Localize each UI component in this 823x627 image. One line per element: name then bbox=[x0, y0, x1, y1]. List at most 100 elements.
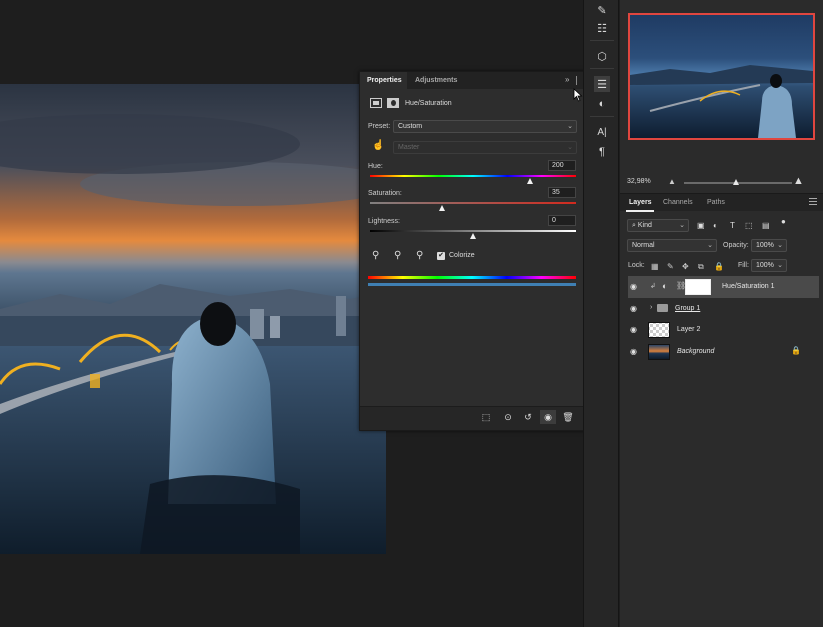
lock-position-icon[interactable]: ✥ bbox=[682, 262, 689, 271]
clip-to-layer-icon[interactable]: ⬚ bbox=[478, 410, 494, 424]
eye-icon[interactable]: ◉ bbox=[630, 325, 637, 334]
tab-paths[interactable]: Paths bbox=[707, 199, 725, 206]
hue-label: Hue: bbox=[368, 163, 383, 170]
layer-name[interactable]: Background bbox=[677, 348, 714, 355]
saturation-slider-thumb[interactable] bbox=[438, 205, 445, 211]
tab-adjustments[interactable]: Adjustments bbox=[415, 77, 457, 84]
eye-icon[interactable]: ◉ bbox=[630, 282, 637, 291]
eye-icon[interactable]: ◉ bbox=[630, 304, 637, 313]
navigator-zoom-row: 32,98% ▲ ▲ bbox=[620, 175, 823, 190]
preset-dropdown[interactable]: Custom ⌄ bbox=[393, 120, 577, 133]
folder-icon bbox=[657, 304, 668, 312]
type-filter-icon[interactable]: T bbox=[730, 221, 735, 230]
lock-image-icon[interactable]: ✎ bbox=[667, 262, 674, 271]
properties-panel: Properties Adjustments » Hue/Saturation … bbox=[359, 71, 595, 431]
fill-dropdown[interactable]: 100% ⌄ bbox=[751, 259, 787, 272]
hue-slider-thumb[interactable] bbox=[526, 178, 533, 184]
navigator-preview[interactable] bbox=[628, 13, 815, 140]
eyedropper-plus-icon[interactable]: ⚲ bbox=[394, 250, 401, 261]
tab-channels[interactable]: Channels bbox=[663, 199, 693, 206]
chevron-down-icon: ⌄ bbox=[567, 123, 573, 130]
right-dock: 32,98% ▲ ▲ Layers Channels Paths ⌕ Kind … bbox=[620, 0, 823, 627]
zoom-slider-thumb[interactable] bbox=[732, 179, 739, 185]
view-previous-state-icon[interactable]: ⊙ bbox=[500, 410, 516, 424]
trash-icon[interactable]: 🗑 bbox=[560, 410, 576, 424]
colorize-checkbox[interactable]: ✔ bbox=[437, 252, 445, 260]
lightness-value-input[interactable]: 0 bbox=[548, 215, 576, 226]
preset-value: Custom bbox=[398, 123, 423, 130]
blend-mode-dropdown[interactable]: Normal ⌄ bbox=[627, 239, 717, 252]
shape-filter-icon[interactable]: ⬚ bbox=[745, 221, 753, 230]
layer-filter-dropdown[interactable]: ⌕ Kind ⌄ bbox=[627, 219, 689, 232]
layers-tabbar: Layers Channels Paths bbox=[620, 193, 823, 212]
lightness-label: Lightness: bbox=[368, 218, 400, 225]
adjustments-panel-icon[interactable]: ◐ bbox=[594, 96, 610, 112]
layers-panel-menu-icon[interactable] bbox=[809, 198, 817, 205]
layer-name[interactable]: Layer 2 bbox=[677, 326, 700, 333]
brush-icon[interactable]: ✎ bbox=[594, 2, 610, 18]
chevron-down-icon: ⌄ bbox=[567, 144, 573, 151]
layer-name[interactable]: Hue/Saturation 1 bbox=[722, 283, 775, 290]
visibility-icon[interactable]: ◉ bbox=[540, 410, 556, 424]
hue-value-input[interactable]: 200 bbox=[548, 160, 576, 171]
mask-icon[interactable] bbox=[387, 98, 399, 108]
tab-layers[interactable]: Layers bbox=[629, 199, 652, 206]
transparent-thumbnail bbox=[648, 322, 670, 338]
opacity-dropdown[interactable]: 100% ⌄ bbox=[751, 239, 787, 252]
chevron-right-icon[interactable]: › bbox=[650, 304, 652, 311]
adjustment-title: Hue/Saturation bbox=[405, 100, 452, 107]
lightness-slider-track[interactable] bbox=[370, 230, 576, 232]
chevron-down-icon: ⌄ bbox=[777, 262, 783, 269]
paragraph-icon[interactable]: ¶ bbox=[594, 144, 610, 160]
mouse-cursor-icon bbox=[573, 88, 583, 102]
filter-toggle-icon[interactable]: ● bbox=[781, 217, 786, 226]
layer-name[interactable]: Group 1 bbox=[675, 305, 700, 312]
lock-icon: 🔒 bbox=[791, 346, 801, 355]
character-icon[interactable]: A| bbox=[594, 124, 610, 140]
lock-all-icon[interactable]: 🔒 bbox=[714, 262, 724, 271]
lock-transparent-icon[interactable]: ▦ bbox=[651, 262, 659, 271]
navigator-thumbnail bbox=[630, 15, 813, 138]
tab-properties[interactable]: Properties bbox=[360, 72, 407, 89]
lock-artboard-icon[interactable]: ⧉ bbox=[698, 262, 704, 272]
properties-panel-icon[interactable]: ☰ bbox=[594, 76, 610, 92]
adjustment-filter-icon[interactable]: ◐ bbox=[713, 221, 718, 230]
layer-row-background[interactable]: ◉ Background 🔒 bbox=[628, 341, 819, 363]
smart-object-filter-icon[interactable]: ▤ bbox=[762, 221, 770, 230]
3d-cube-icon[interactable]: ⬡ bbox=[594, 48, 610, 64]
result-color-bar bbox=[368, 283, 576, 286]
separator bbox=[590, 116, 614, 117]
layer-row-group[interactable]: ◉ › Group 1 bbox=[628, 298, 819, 320]
collapse-panel-icon[interactable]: » bbox=[565, 75, 569, 84]
hand-target-icon[interactable]: ☝ bbox=[372, 140, 384, 151]
saturation-slider-track[interactable] bbox=[370, 202, 576, 204]
adjustment-layer-icon[interactable] bbox=[370, 98, 382, 108]
lightness-slider-thumb[interactable] bbox=[469, 233, 476, 239]
channel-dropdown[interactable]: Master ⌄ bbox=[393, 141, 577, 154]
zoom-out-icon[interactable]: ▲ bbox=[668, 177, 676, 186]
zoom-value[interactable]: 32,98% bbox=[627, 178, 651, 185]
background-thumbnail bbox=[648, 344, 670, 360]
panel-icon-column: ✎ ☷ ⬡ ☰ ◐ A| ¶ bbox=[583, 0, 619, 627]
saturation-value-input[interactable]: 35 bbox=[548, 187, 576, 198]
eyedropper-icon[interactable]: ⚲ bbox=[372, 250, 379, 261]
adjustments-sliders-icon[interactable]: ☷ bbox=[594, 20, 610, 36]
channel-value: Master bbox=[398, 144, 420, 151]
chevron-down-icon: ⌄ bbox=[777, 242, 783, 249]
clipping-icon: ↲ bbox=[650, 283, 656, 290]
active-tab-indicator bbox=[626, 210, 654, 212]
reset-icon[interactable]: ↺ bbox=[520, 410, 536, 424]
zoom-in-icon[interactable]: ▲ bbox=[793, 175, 804, 187]
chevron-down-icon: ⌄ bbox=[707, 242, 713, 249]
layer-row-hue-saturation[interactable]: ◉ ↲ ◐ ⛓ Hue/Saturation 1 bbox=[628, 276, 819, 298]
layer-row-layer-2[interactable]: ◉ Layer 2 bbox=[628, 319, 819, 341]
layer-mask-thumbnail[interactable] bbox=[685, 279, 711, 295]
document-image[interactable] bbox=[0, 84, 386, 554]
fill-label: Fill: bbox=[738, 262, 749, 269]
hue-slider-track[interactable] bbox=[370, 175, 576, 177]
eyedropper-minus-icon[interactable]: ⚲ bbox=[416, 250, 423, 261]
document-artwork bbox=[0, 84, 386, 554]
eye-icon[interactable]: ◉ bbox=[630, 347, 637, 356]
pixel-filter-icon[interactable]: ▣ bbox=[697, 221, 705, 230]
tab-divider bbox=[576, 76, 577, 85]
